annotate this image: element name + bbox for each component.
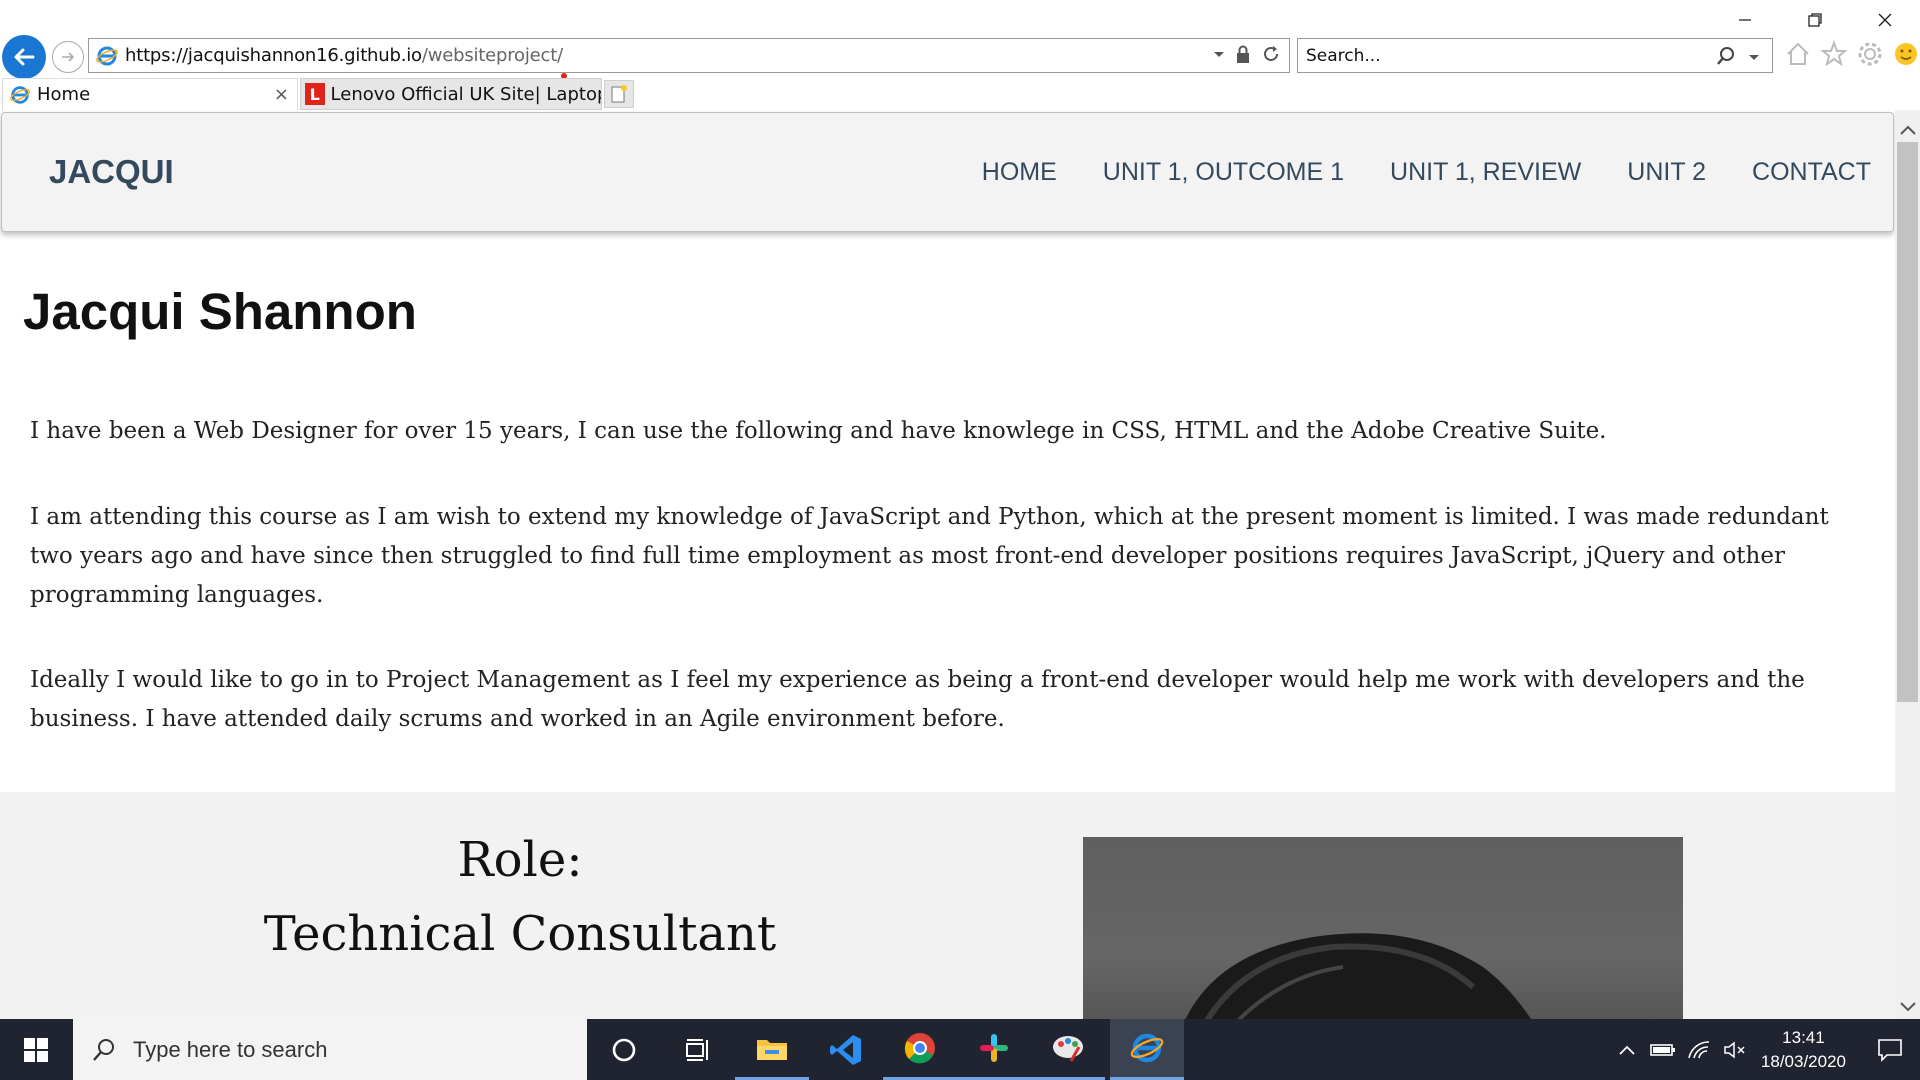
ie-page-icon <box>96 46 118 65</box>
chrome-icon[interactable] <box>883 1019 957 1080</box>
vscode-glyph-icon <box>830 1034 861 1065</box>
address-tools <box>1213 44 1281 64</box>
site-nav: HOME UNIT 1, OUTCOME 1 UNIT 1, REVIEW UN… <box>982 158 1871 187</box>
role-heading: Role: <box>457 832 583 888</box>
settings-gear-icon[interactable] <box>1856 40 1884 68</box>
url-host: https://jacquishannon16.github.io <box>125 45 422 66</box>
folder-icon <box>757 1040 787 1060</box>
paint-icon[interactable] <box>1031 1019 1105 1080</box>
browser-search-box[interactable] <box>1297 38 1773 73</box>
profile-photo <box>1083 837 1683 1019</box>
clock-date: 18/03/2020 <box>1760 1051 1846 1071</box>
new-tab-button[interactable] <box>604 80 634 108</box>
nav-contact[interactable]: CONTACT <box>1752 158 1871 187</box>
site-header: JACQUI HOME UNIT 1, OUTCOME 1 UNIT 1, RE… <box>1 112 1894 232</box>
portrait-image <box>1185 933 1531 1019</box>
chrome-glyph-icon <box>904 1033 935 1064</box>
lock-icon[interactable] <box>1235 44 1251 64</box>
window-controls <box>1710 0 1920 40</box>
minimize-icon <box>1739 19 1751 21</box>
task-view-icon[interactable] <box>661 1019 735 1080</box>
windows-logo-icon <box>24 1037 48 1062</box>
close-icon <box>1878 13 1892 27</box>
scroll-down-button[interactable] <box>1895 995 1920 1019</box>
intro-paragraph: I have been a Web Designer for over 15 y… <box>30 418 1607 444</box>
tab-home[interactable]: Home × <box>2 78 298 110</box>
wifi-glyph <box>1688 1040 1709 1058</box>
browser-toolbar <box>1784 40 1920 68</box>
battery-glyph <box>1650 1043 1675 1056</box>
forward-button[interactable] <box>52 41 84 73</box>
chevron-up-icon <box>1899 125 1916 135</box>
search-icon <box>93 1038 114 1061</box>
task-view-glyph-icon <box>686 1038 708 1061</box>
tab-label: Lenovo Official UK Site| Laptops... <box>330 83 601 105</box>
taskbar-search[interactable] <box>73 1019 587 1080</box>
tab-label: Home <box>37 84 91 105</box>
back-arrow-icon <box>14 48 35 66</box>
action-center-button[interactable] <box>1860 1019 1920 1080</box>
start-button[interactable] <box>0 1019 72 1080</box>
notification-icon <box>1878 1038 1902 1062</box>
new-tab-icon <box>611 85 627 103</box>
chevron-up-icon[interactable] <box>1609 1019 1645 1080</box>
slack-glyph-icon <box>980 1034 1008 1062</box>
site-brand[interactable]: JACQUI <box>49 153 174 191</box>
page-viewport: JACQUI HOME UNIT 1, OUTCOME 1 UNIT 1, RE… <box>0 110 1895 1019</box>
slack-icon[interactable] <box>957 1019 1031 1080</box>
windows-taskbar: 13:41 18/03/2020 <box>0 1019 1920 1080</box>
browser-chrome: https://jacquishannon16.github.io/websit… <box>0 0 1920 110</box>
paint-palette-icon <box>1053 1036 1083 1062</box>
cortana-icon[interactable] <box>587 1019 661 1080</box>
url-text[interactable]: https://jacquishannon16.github.io/websit… <box>125 45 563 66</box>
tray-expand-glyph <box>1619 1045 1635 1055</box>
feedback-smiley-icon[interactable] <box>1892 40 1920 68</box>
wifi-icon[interactable] <box>1681 1019 1717 1080</box>
back-button[interactable] <box>2 35 46 79</box>
ie-tab-icon <box>10 85 30 104</box>
volume-muted-icon[interactable] <box>1717 1019 1753 1080</box>
address-bar[interactable]: https://jacquishannon16.github.io/websit… <box>88 38 1290 73</box>
page-title: Jacqui Shannon <box>23 283 417 340</box>
clock-time: 13:41 <box>1782 1027 1825 1047</box>
ie-taskbar-icon <box>1130 1033 1164 1063</box>
search-dropdown-icon[interactable] <box>1748 51 1760 63</box>
nav-unit2[interactable]: UNIT 2 <box>1627 158 1706 187</box>
course-paragraph: I am attending this course as I am wish … <box>30 504 1829 608</box>
goals-paragraph: Ideally I would like to go in to Project… <box>30 667 1805 732</box>
scroll-up-button[interactable] <box>1895 118 1920 142</box>
cortana-circle-icon <box>612 1038 636 1061</box>
dropdown-arrow-icon[interactable] <box>1213 48 1225 60</box>
home-icon[interactable] <box>1784 40 1812 68</box>
tab-lenovo[interactable]: L Lenovo Official UK Site| Laptops... <box>300 78 602 110</box>
nav-unit1-outcome1[interactable]: UNIT 1, OUTCOME 1 <box>1103 158 1344 187</box>
role-section: Role: Technical Consultant <box>0 792 1895 1019</box>
internet-explorer-icon[interactable] <box>1110 1019 1184 1080</box>
role-value: Technical Consultant <box>263 906 777 962</box>
restore-icon <box>1808 13 1822 27</box>
volume-glyph <box>1724 1040 1745 1059</box>
taskbar-search-input[interactable] <box>133 1036 553 1063</box>
vertical-scrollbar[interactable] <box>1895 110 1920 1019</box>
battery-icon[interactable] <box>1645 1019 1681 1080</box>
url-path: /websiteproject/ <box>421 45 563 66</box>
browser-search-input[interactable] <box>1306 45 1706 66</box>
vscode-icon[interactable] <box>809 1019 883 1080</box>
file-explorer-icon[interactable] <box>735 1019 809 1080</box>
system-tray: 13:41 18/03/2020 <box>1609 1019 1920 1080</box>
nav-unit1-review[interactable]: UNIT 1, REVIEW <box>1390 158 1581 187</box>
minimize-button[interactable] <box>1710 0 1780 40</box>
lenovo-favicon: L <box>305 83 325 105</box>
chevron-down-icon <box>1899 1002 1916 1012</box>
close-window-button[interactable] <box>1850 0 1920 40</box>
tab-close-button[interactable]: × <box>274 84 289 105</box>
favorites-star-icon[interactable] <box>1820 40 1848 68</box>
taskbar-clock[interactable]: 13:41 18/03/2020 <box>1761 1026 1846 1074</box>
forward-arrow-icon <box>62 52 75 62</box>
nav-home[interactable]: HOME <box>982 158 1057 187</box>
search-icon[interactable] <box>1716 46 1738 66</box>
scroll-thumb[interactable] <box>1897 142 1918 702</box>
refresh-icon[interactable] <box>1261 44 1281 64</box>
restore-button[interactable] <box>1780 0 1850 40</box>
